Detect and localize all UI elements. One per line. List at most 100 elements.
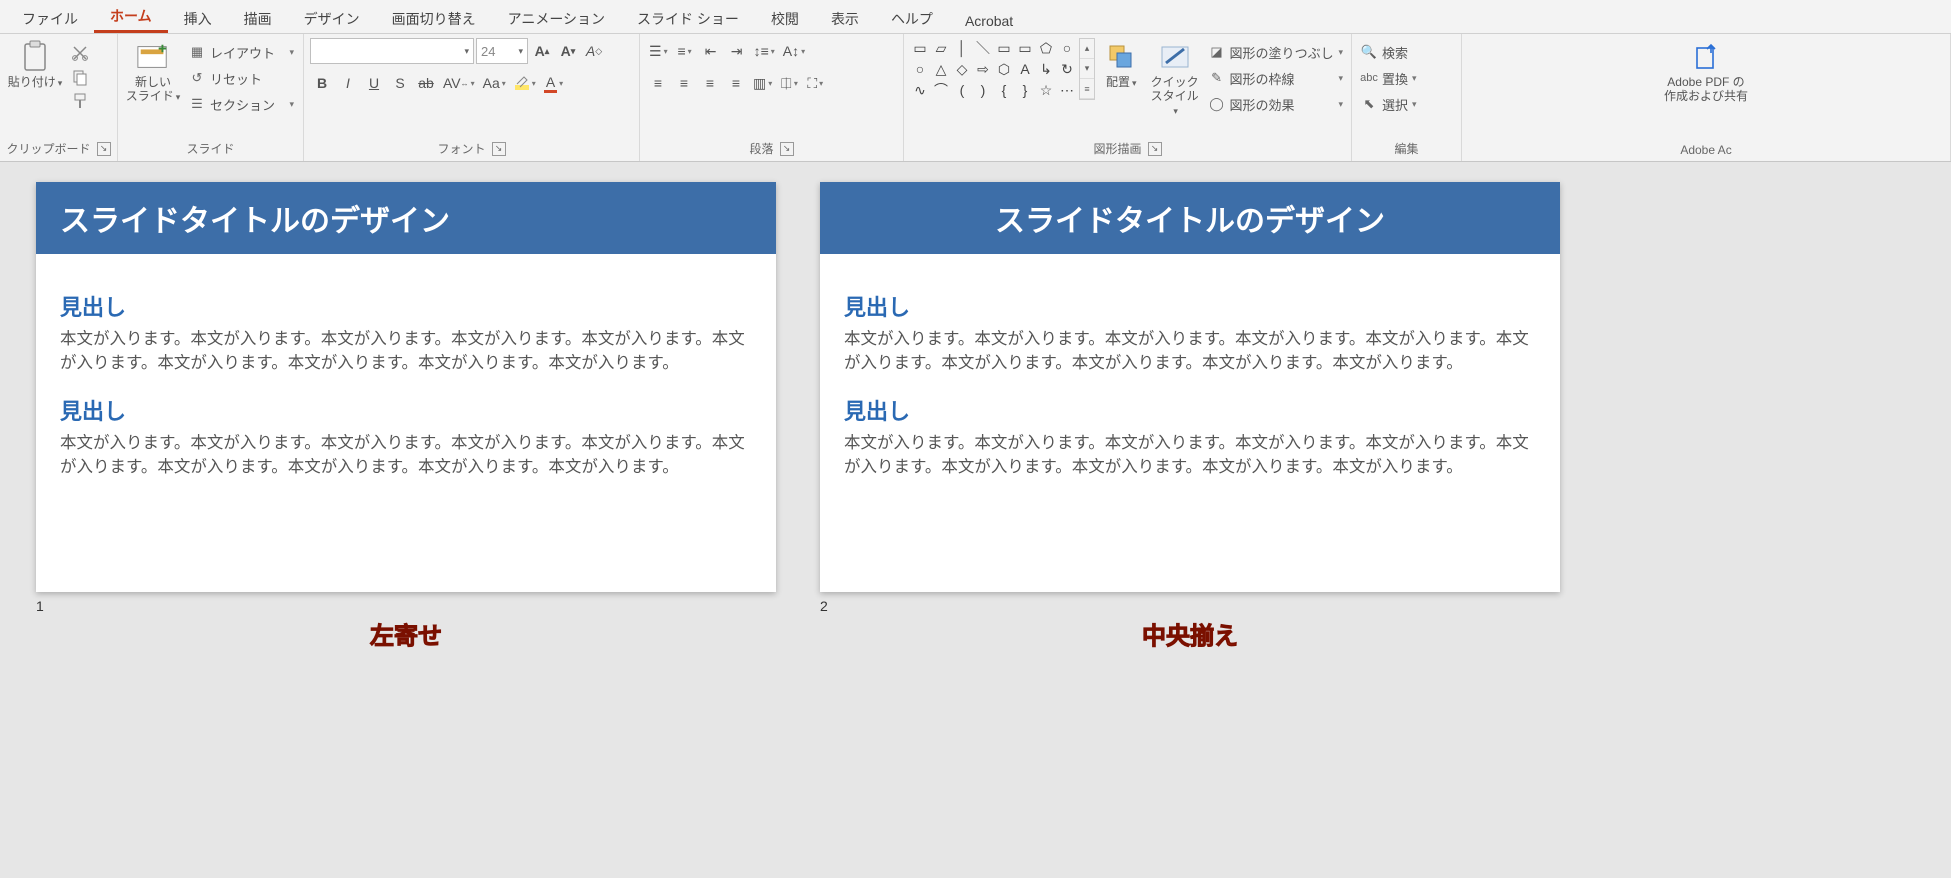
slide-2-wrap: スライドタイトルのデザイン 見出し 本文が入ります。本文が入ります。本文が入りま… <box>820 182 1560 651</box>
new-slide-label: 新しい スライド <box>126 75 174 103</box>
columns-button[interactable]: ▥ <box>750 72 775 94</box>
cut-button[interactable] <box>68 42 92 64</box>
tab-view[interactable]: 表示 <box>815 3 875 33</box>
tab-home[interactable]: ホーム <box>94 0 168 33</box>
paste-button[interactable]: 貼り付け▾ <box>6 38 64 92</box>
group-slides-label: スライド <box>186 140 234 157</box>
change-case-button[interactable]: Aa <box>480 72 509 94</box>
tab-animation[interactable]: アニメーション <box>492 3 621 33</box>
tab-acrobat[interactable]: Acrobat <box>949 7 1029 33</box>
highlight-button[interactable] <box>511 72 539 94</box>
ribbon: 貼り付け▾ クリップボード↘ 新しい スライド▾ ▦レイアウト▾ ↺リセット ☰… <box>0 34 1951 162</box>
tab-help[interactable]: ヘルプ <box>875 3 949 33</box>
align-right-button[interactable]: ≡ <box>698 72 722 94</box>
clear-formatting-button[interactable]: A◇ <box>582 40 606 62</box>
paste-label: 貼り付け <box>8 75 56 89</box>
tab-insert[interactable]: 挿入 <box>168 3 228 33</box>
select-button[interactable]: ⬉選択▾ <box>1358 92 1419 116</box>
smartart-button[interactable]: ⛶ <box>803 72 827 94</box>
arrange-icon <box>1104 40 1138 74</box>
shapes-gallery[interactable]: ▭▱│＼▭▭⬠○ ○△◇⇨⬡A↳↻ ∿⌒(){}☆⋯ <box>910 38 1077 100</box>
slide-1-title: スライドタイトルのデザイン <box>36 182 776 254</box>
clipboard-dialog-launcher[interactable]: ↘ <box>97 142 111 156</box>
arrange-button[interactable]: 配置▾ <box>1099 38 1144 92</box>
align-center-button[interactable]: ≡ <box>672 72 696 94</box>
tab-review[interactable]: 校閲 <box>755 3 815 33</box>
justify-button[interactable]: ≡ <box>724 72 748 94</box>
text-shadow-button[interactable]: S <box>388 72 412 94</box>
align-text-button[interactable]: ⎅ <box>777 72 801 94</box>
find-button[interactable]: 🔍検索 <box>1358 40 1410 64</box>
slide-1-text-2: 本文が入ります。本文が入ります。本文が入ります。本文が入ります。本文が入ります。… <box>60 432 752 480</box>
clipboard-icon <box>18 40 52 74</box>
bold-button[interactable]: B <box>310 72 334 94</box>
numbering-button[interactable]: ≡ <box>673 40 697 62</box>
char-spacing-button[interactable]: AV↔ <box>440 72 478 94</box>
slide-2-caption: 中央揃え <box>820 616 1560 651</box>
slide-2-heading-2: 見出し <box>844 394 1536 426</box>
font-size-combo[interactable]: 24▾ <box>476 38 528 64</box>
new-slide-icon <box>136 40 170 74</box>
shape-outline-button[interactable]: ✎図形の枠線▾ <box>1206 66 1345 90</box>
bucket-icon: ◪ <box>1208 43 1226 61</box>
slide-1-caption: 左寄せ <box>36 616 776 651</box>
underline-button[interactable]: U <box>362 72 386 94</box>
grow-font-button[interactable]: A▴ <box>530 40 554 62</box>
tab-draw[interactable]: 描画 <box>228 3 288 33</box>
shapes-gallery-scroll[interactable]: ▴▾≡ <box>1079 38 1095 100</box>
tab-slideshow[interactable]: スライド ショー <box>621 3 755 33</box>
increase-indent-button[interactable]: ⇥ <box>725 40 749 62</box>
line-spacing-button[interactable]: ↕≡ <box>751 40 778 62</box>
slide-1-heading-1: 見出し <box>60 290 752 322</box>
shape-effects-button[interactable]: ◯図形の効果▾ <box>1206 92 1345 116</box>
paragraph-dialog-launcher[interactable]: ↘ <box>780 142 794 156</box>
shape-rect-icon: ▭ <box>910 38 930 58</box>
adobe-pdf-button[interactable]: Adobe PDF の 作成および共有 <box>1661 38 1751 106</box>
reset-button[interactable]: ↺リセット <box>186 66 296 90</box>
group-editing-label: 編集 <box>1394 140 1418 157</box>
copy-button[interactable] <box>68 66 92 88</box>
group-paragraph: ☰ ≡ ⇤ ⇥ ↕≡ A↕ ≡ ≡ ≡ ≡ ▥ ⎅ ⛶ 段落↘ <box>640 34 904 161</box>
slide-2-text-1: 本文が入ります。本文が入ります。本文が入ります。本文が入ります。本文が入ります。… <box>844 328 1536 376</box>
strikethrough-button[interactable]: ab <box>414 72 438 94</box>
font-color-button[interactable]: A <box>541 72 566 94</box>
group-adobe-label: Adobe Ac <box>1680 143 1731 157</box>
quick-styles-icon <box>1158 40 1192 74</box>
search-icon: 🔍 <box>1360 43 1378 61</box>
pen-icon: ✎ <box>1208 69 1226 87</box>
text-direction-button[interactable]: A↕ <box>780 40 808 62</box>
quick-styles-button[interactable]: クイック スタイル▾ <box>1148 38 1202 119</box>
font-name-combo[interactable]: ▾ <box>310 38 474 64</box>
bullets-button[interactable]: ☰ <box>646 40 671 62</box>
group-drawing: ▭▱│＼▭▭⬠○ ○△◇⇨⬡A↳↻ ∿⌒(){}☆⋯ ▴▾≡ 配置▾ クイック … <box>904 34 1352 161</box>
shape-fill-button[interactable]: ◪図形の塗りつぶし▾ <box>1206 40 1345 64</box>
slide-1-text-1: 本文が入ります。本文が入ります。本文が入ります。本文が入ります。本文が入ります。… <box>60 328 752 376</box>
ribbon-tabs: ファイル ホーム 挿入 描画 デザイン 画面切り替え アニメーション スライド … <box>0 0 1951 34</box>
slide-sorter-canvas[interactable]: スライドタイトルのデザイン 見出し 本文が入ります。本文が入ります。本文が入りま… <box>0 162 1951 671</box>
tab-transition[interactable]: 画面切り替え <box>376 3 492 33</box>
slide-1[interactable]: スライドタイトルのデザイン 見出し 本文が入ります。本文が入ります。本文が入りま… <box>36 182 776 592</box>
slide-2-heading-1: 見出し <box>844 290 1536 322</box>
replace-icon: ab⁠c <box>1360 69 1378 87</box>
slide-2[interactable]: スライドタイトルのデザイン 見出し 本文が入ります。本文が入ります。本文が入りま… <box>820 182 1560 592</box>
layout-icon: ▦ <box>188 43 206 61</box>
cursor-icon: ⬉ <box>1360 95 1378 113</box>
decrease-indent-button[interactable]: ⇤ <box>699 40 723 62</box>
section-button[interactable]: ☰セクション▾ <box>186 92 296 116</box>
align-left-button[interactable]: ≡ <box>646 72 670 94</box>
italic-button[interactable]: I <box>336 72 360 94</box>
tab-file[interactable]: ファイル <box>6 3 94 33</box>
format-painter-button[interactable] <box>68 90 92 112</box>
font-dialog-launcher[interactable]: ↘ <box>492 142 506 156</box>
shrink-font-button[interactable]: A▾ <box>556 40 580 62</box>
drawing-dialog-launcher[interactable]: ↘ <box>1148 142 1162 156</box>
group-font: ▾ 24▾ A▴ A▾ A◇ B I U S ab AV↔ Aa A フォント↘ <box>304 34 640 161</box>
tab-design[interactable]: デザイン <box>288 3 376 33</box>
layout-button[interactable]: ▦レイアウト▾ <box>186 40 296 64</box>
slide-2-body: 見出し 本文が入ります。本文が入ります。本文が入ります。本文が入ります。本文が入… <box>820 254 1560 480</box>
replace-button[interactable]: ab⁠c置換▾ <box>1358 66 1419 90</box>
slide-1-heading-2: 見出し <box>60 394 752 426</box>
adobe-pdf-label: Adobe PDF の 作成および共有 <box>1664 76 1748 104</box>
group-editing: 🔍検索 ab⁠c置換▾ ⬉選択▾ 編集 <box>1352 34 1462 161</box>
new-slide-button[interactable]: 新しい スライド▾ <box>124 38 182 106</box>
